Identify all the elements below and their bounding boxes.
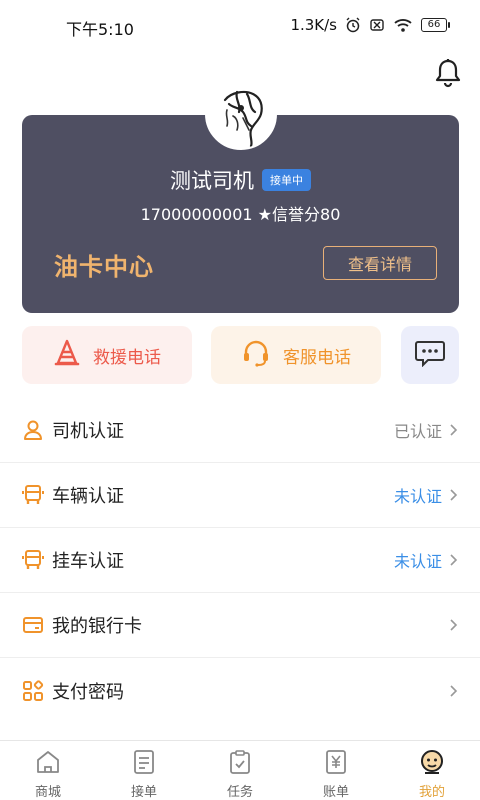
bottom-nav: 商城 接单 任务 账单 我的: [0, 740, 480, 800]
bell-icon[interactable]: [434, 58, 462, 88]
profile-icon: [421, 750, 443, 774]
customer-service-label: 客服电话: [283, 347, 351, 368]
card-icon: [22, 614, 44, 636]
nav-item-tasks[interactable]: 任务: [192, 741, 288, 800]
user-icon: [22, 419, 44, 441]
menu-label: 我的银行卡: [52, 616, 142, 637]
driver-row: 测试司机 接单中: [22, 165, 459, 195]
grid-icon: [22, 679, 44, 702]
headset-icon: [241, 338, 271, 373]
menu-item-trailer-auth[interactable]: 挂车认证 未认证: [0, 528, 480, 593]
settings-menu: 司机认证 已认证 车辆认证 未认证 挂车认证 未认证 我的银行卡 支付密码: [0, 398, 480, 723]
traffic-cone-icon: [53, 338, 81, 373]
chevron-right-icon: [450, 489, 458, 501]
customer-service-button[interactable]: 客服电话: [211, 326, 381, 384]
nav-item-bills[interactable]: 账单: [288, 741, 384, 800]
status-time: 下午5:10: [66, 20, 134, 39]
credit-score: ★信誉分80: [257, 205, 341, 224]
nav-label: 接单: [130, 785, 157, 800]
nav-item-orders[interactable]: 接单: [96, 741, 192, 800]
nav-label: 任务: [226, 785, 253, 800]
list-icon: [134, 750, 154, 774]
avatar[interactable]: [205, 78, 277, 150]
nav-item-mine[interactable]: 我的: [384, 741, 480, 800]
menu-status: 未认证: [393, 487, 442, 506]
clipboard-icon: [230, 750, 250, 774]
menu-item-vehicle-auth[interactable]: 车辆认证 未认证: [0, 463, 480, 528]
sim-off-icon: [369, 17, 385, 33]
driver-name: 测试司机: [170, 169, 254, 193]
truck-icon: [22, 484, 44, 506]
battery-level: 66: [421, 18, 447, 32]
status-right: 1.3K/s 66: [290, 16, 450, 34]
status-bar: 下午5:10 1.3K/s 66: [0, 0, 480, 52]
menu-status: 未认证: [393, 552, 442, 571]
truck-icon: [22, 549, 44, 571]
chat-bubble-icon: [414, 339, 446, 372]
chevron-right-icon: [450, 424, 458, 436]
menu-label: 支付密码: [52, 681, 124, 703]
network-speed: 1.3K/s: [290, 16, 337, 34]
rescue-phone-label: 救援电话: [93, 347, 161, 368]
chevron-right-icon: [450, 554, 458, 566]
view-details-button[interactable]: 查看详情: [323, 246, 437, 280]
menu-label: 车辆认证: [52, 486, 124, 507]
menu-item-driver-auth[interactable]: 司机认证 已认证: [0, 398, 480, 463]
rescue-phone-button[interactable]: 救援电话: [22, 326, 192, 384]
nav-label: 账单: [322, 785, 349, 800]
wifi-icon: [393, 17, 413, 33]
battery-icon: 66: [421, 18, 450, 32]
chevron-right-icon: [450, 684, 458, 697]
bill-icon: [326, 750, 346, 774]
menu-item-pay-password[interactable]: 支付密码: [0, 658, 480, 723]
home-icon: [37, 751, 59, 773]
status-badge: 接单中: [262, 169, 311, 191]
nav-label: 商城: [34, 785, 61, 800]
nav-label: 我的: [418, 785, 445, 800]
oil-card-center-title: 油卡中心: [54, 253, 154, 281]
chevron-right-icon: [450, 619, 458, 631]
message-button[interactable]: [401, 326, 459, 384]
driver-info: 17000000001 ★信誉分80: [22, 201, 459, 225]
alarm-icon: [345, 17, 361, 33]
menu-status: 已认证: [393, 422, 442, 441]
nav-item-mall[interactable]: 商城: [0, 741, 96, 800]
driver-phone: 17000000001: [140, 205, 253, 224]
menu-item-bank-card[interactable]: 我的银行卡: [0, 593, 480, 658]
menu-label: 挂车认证: [52, 551, 124, 572]
menu-label: 司机认证: [52, 421, 124, 442]
